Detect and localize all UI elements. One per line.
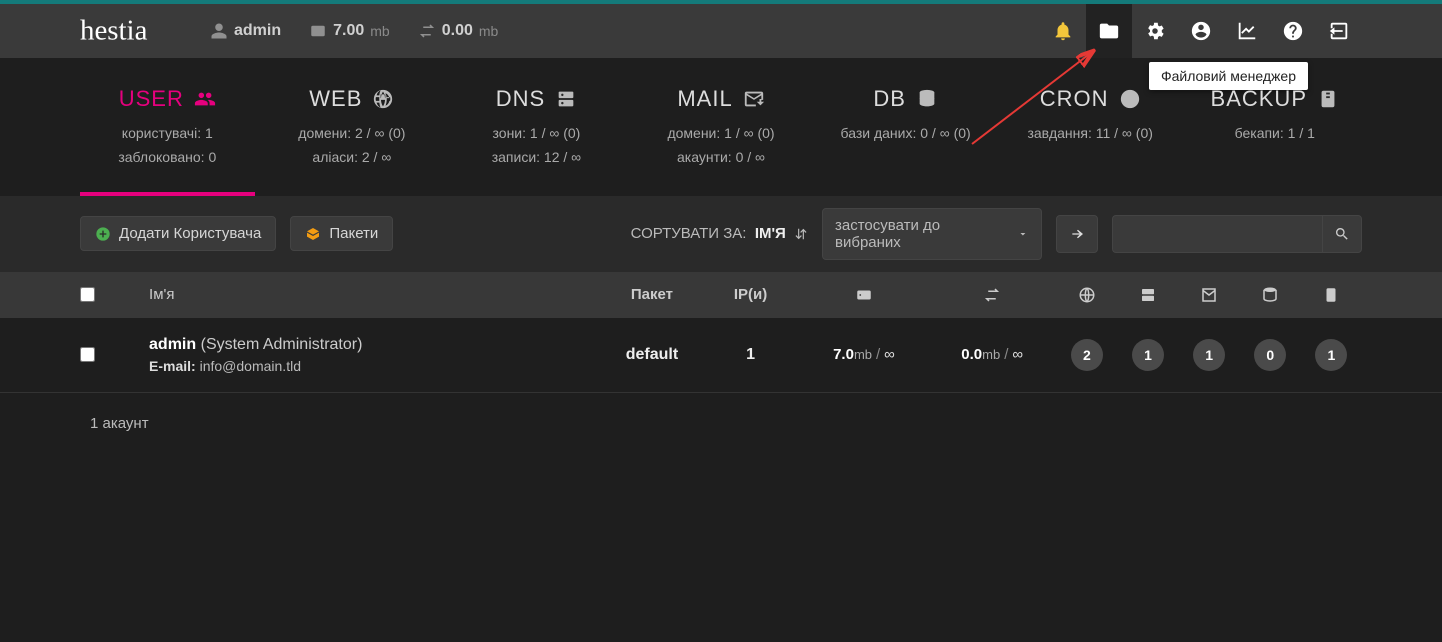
notifications-button[interactable]	[1040, 4, 1086, 58]
dns-icon	[1139, 286, 1157, 304]
settings-button[interactable]	[1132, 4, 1178, 58]
row-package: default	[603, 346, 702, 364]
plus-circle-icon	[95, 226, 111, 242]
row-db-count: 0	[1254, 339, 1286, 371]
col-dns[interactable]	[1117, 286, 1178, 304]
col-package[interactable]: Пакет	[603, 286, 702, 303]
hdd-icon	[855, 286, 873, 304]
help-button[interactable]	[1270, 4, 1316, 58]
row-mail-count: 1	[1193, 339, 1225, 371]
globe-icon	[372, 88, 394, 110]
file-manager-button[interactable]	[1086, 4, 1132, 58]
users-icon	[194, 88, 216, 110]
svg-text:hestia: hestia	[80, 15, 148, 47]
row-email: info@domain.tld	[200, 358, 301, 374]
stats-button[interactable]	[1224, 4, 1270, 58]
col-disk[interactable]	[800, 286, 928, 304]
search-icon	[1334, 226, 1350, 242]
tab-cron[interactable]: CRON завдання: 11 / ∞ (0)	[1003, 80, 1178, 194]
bw-unit: mb	[479, 23, 498, 39]
top-info-disk: 7.00 mb	[309, 22, 390, 40]
tab-dns-label: DNS	[496, 86, 545, 112]
row-backup-count: 1	[1315, 339, 1347, 371]
exchange-icon	[983, 286, 1001, 304]
col-web[interactable]	[1056, 286, 1117, 304]
row-dns-count: 1	[1132, 339, 1164, 371]
bulk-apply-button[interactable]	[1056, 215, 1098, 253]
col-bandwidth[interactable]	[928, 286, 1056, 304]
row-username: admin	[149, 336, 196, 353]
logo[interactable]: hestia	[80, 14, 182, 48]
tab-cron-label: CRON	[1040, 86, 1109, 112]
tab-user-label: USER	[119, 86, 184, 112]
row-ip: 1	[701, 346, 800, 364]
col-name[interactable]: Ім'я	[149, 286, 603, 303]
chevron-down-icon	[1017, 228, 1029, 240]
tab-backup-label: BACKUP	[1211, 86, 1307, 112]
account-button[interactable]	[1178, 4, 1224, 58]
row-role: (System Administrator)	[201, 336, 363, 353]
top-bar: hestia admin 7.00 mb 0.00 mb	[0, 4, 1442, 58]
arrow-right-icon	[1069, 226, 1085, 242]
toolbar: Додати Користувача Пакети СОРТУВАТИ ЗА: …	[0, 196, 1442, 272]
search-input[interactable]	[1112, 215, 1322, 253]
globe-icon	[1078, 286, 1096, 304]
row-disk: 7.0mb/∞	[800, 346, 928, 363]
mail-icon	[1200, 286, 1218, 304]
col-db[interactable]	[1240, 286, 1301, 304]
row-checkbox[interactable]	[80, 347, 95, 362]
bw-value: 0.00	[442, 22, 473, 40]
archive-icon	[1317, 88, 1339, 110]
tab-db-label: DB	[873, 86, 906, 112]
top-info-bw: 0.00 mb	[418, 22, 499, 40]
user-row[interactable]: admin (System Administrator) E-mail: inf…	[0, 318, 1442, 393]
table-header: Ім'я Пакет IP(и)	[0, 272, 1442, 318]
user-icon	[210, 22, 228, 40]
select-all-checkbox[interactable]	[80, 287, 95, 302]
search-button[interactable]	[1322, 215, 1362, 253]
col-backup[interactable]	[1301, 286, 1362, 304]
tab-db[interactable]: DB бази даних: 0 / ∞ (0)	[818, 80, 993, 194]
database-icon	[916, 88, 938, 110]
box-icon	[305, 226, 321, 242]
packages-button[interactable]: Пакети	[290, 216, 393, 251]
add-user-button[interactable]: Додати Користувача	[80, 216, 276, 251]
database-icon	[1261, 286, 1279, 304]
top-info-user[interactable]: admin	[210, 22, 281, 40]
dns-icon	[555, 88, 577, 110]
tab-mail-label: MAIL	[677, 86, 732, 112]
tab-web[interactable]: WEB домени: 2 / ∞ (0) аліаси: 2 / ∞	[265, 80, 440, 194]
clock-icon	[1119, 88, 1141, 110]
user-label: admin	[234, 22, 281, 40]
sort-icon	[794, 227, 808, 241]
col-mail[interactable]	[1179, 286, 1240, 304]
sort-toggle[interactable]: СОРТУВАТИ ЗА: ІМ'Я	[631, 225, 808, 242]
summary-text: 1 акаунт	[0, 393, 1442, 454]
col-ip[interactable]: IP(и)	[701, 286, 800, 303]
archive-icon	[1322, 286, 1340, 304]
disk-unit: mb	[370, 23, 389, 39]
disk-icon	[309, 22, 327, 40]
disk-value: 7.00	[333, 22, 364, 40]
bulk-action-select[interactable]: застосувати до вибраних	[822, 208, 1042, 260]
row-bandwidth: 0.0mb/∞	[928, 346, 1056, 363]
logout-button[interactable]	[1316, 4, 1362, 58]
tab-backup[interactable]: BACKUP бекапи: 1 / 1	[1187, 80, 1362, 194]
tab-web-label: WEB	[309, 86, 362, 112]
row-web-count: 2	[1071, 339, 1103, 371]
tab-dns[interactable]: DNS зони: 1 / ∞ (0) записи: 12 / ∞	[449, 80, 624, 194]
tab-user[interactable]: USER користувачі: 1 заблоковано: 0	[80, 80, 255, 194]
tab-mail[interactable]: MAIL домени: 1 / ∞ (0) акаунти: 0 / ∞	[634, 80, 809, 194]
transfer-icon	[418, 22, 436, 40]
mail-icon	[743, 88, 765, 110]
